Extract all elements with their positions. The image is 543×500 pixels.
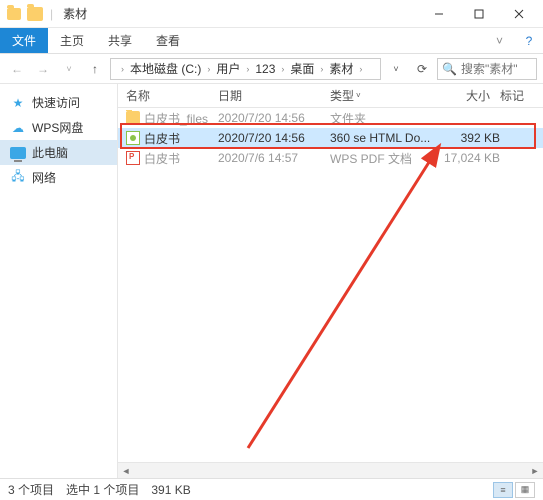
- cloud-icon: ☁: [10, 120, 26, 136]
- sidebar-item-wps[interactable]: ☁ WPS网盘: [0, 115, 117, 140]
- file-type: 文件夹: [330, 110, 440, 127]
- status-item-count: 3 个项目: [8, 481, 54, 498]
- status-bar: 3 个项目 选中 1 个项目 391 KB ≡ ▦: [0, 478, 543, 500]
- pc-icon: [10, 145, 26, 161]
- status-selected-size: 391 KB: [151, 483, 190, 497]
- file-rows: 白皮书_files 2020/7/20 14:56 文件夹 白皮书 2020/7…: [118, 108, 543, 462]
- ribbon-collapse-button[interactable]: ˅: [484, 28, 515, 53]
- file-date: 2020/7/6 14:57: [218, 151, 330, 165]
- column-headers: 名称 日期 类型 ˅ 大小 标记: [118, 84, 543, 108]
- breadcrumb-segment[interactable]: 用户: [216, 60, 240, 77]
- tab-home[interactable]: 主页: [48, 28, 96, 53]
- dropdown-button[interactable]: ˅: [385, 64, 407, 74]
- column-date[interactable]: 日期: [218, 87, 330, 104]
- star-icon: ★: [10, 95, 26, 111]
- search-input[interactable]: [461, 62, 531, 76]
- chevron-right-icon: ›: [207, 64, 210, 74]
- pdf-file-icon: [126, 151, 140, 165]
- help-button[interactable]: ?: [515, 28, 543, 53]
- close-button[interactable]: [499, 0, 539, 28]
- html-file-icon: [126, 131, 140, 145]
- column-size[interactable]: 大小: [440, 87, 500, 104]
- chevron-right-icon: ›: [281, 64, 284, 74]
- file-row[interactable]: 白皮书 2020/7/6 14:57 WPS PDF 文档 17,024 KB: [118, 148, 543, 168]
- file-name: 白皮书: [144, 130, 180, 147]
- file-name: 白皮书_files: [144, 110, 208, 127]
- status-selected-count: 选中 1 个项目: [66, 481, 139, 498]
- window-title: 素材: [63, 5, 419, 22]
- sidebar-item-network[interactable]: 🖧 网络: [0, 165, 117, 190]
- network-icon: 🖧: [10, 170, 26, 186]
- column-name[interactable]: 名称: [126, 87, 218, 104]
- file-size: 392 KB: [440, 131, 500, 145]
- horizontal-scrollbar[interactable]: ◄ ►: [118, 462, 543, 478]
- file-row[interactable]: 白皮书 2020/7/20 14:56 360 se HTML Do... 39…: [118, 128, 543, 148]
- column-type-label: 类型: [330, 87, 354, 104]
- breadcrumb-segment[interactable]: 桌面: [290, 60, 314, 77]
- column-type[interactable]: 类型 ˅: [330, 87, 440, 104]
- ribbon-tabs: 文件 主页 共享 查看 ˅ ?: [0, 28, 543, 54]
- chevron-right-icon: ›: [121, 64, 124, 74]
- back-button[interactable]: ←: [6, 58, 28, 80]
- search-icon: 🔍: [442, 62, 457, 76]
- sidebar-item-label: 网络: [32, 169, 56, 186]
- recent-button[interactable]: ˅: [58, 58, 80, 80]
- maximize-button[interactable]: [459, 0, 499, 28]
- sidebar-item-label: 快速访问: [32, 94, 80, 111]
- forward-button[interactable]: →: [32, 58, 54, 80]
- tab-share[interactable]: 共享: [96, 28, 144, 53]
- chevron-right-icon: ›: [246, 64, 249, 74]
- nav-pane: ★ 快速访问 ☁ WPS网盘 此电脑 🖧 网络: [0, 84, 118, 478]
- folder-icon: [126, 111, 140, 125]
- file-date: 2020/7/20 14:56: [218, 131, 330, 145]
- file-date: 2020/7/20 14:56: [218, 111, 330, 125]
- sidebar-item-label: WPS网盘: [32, 119, 83, 136]
- chevron-right-icon: ›: [320, 64, 323, 74]
- folder-icon: [27, 7, 43, 21]
- file-type: WPS PDF 文档: [330, 150, 440, 167]
- tab-file[interactable]: 文件: [0, 28, 48, 53]
- tab-view[interactable]: 查看: [144, 28, 192, 53]
- address-bar-row: ← → ˅ ↑ › 本地磁盘 (C:) › 用户 › 123 › 桌面 › 素材…: [0, 54, 543, 84]
- file-list-pane: 名称 日期 类型 ˅ 大小 标记 白皮书_files 2020/7/20 14:…: [118, 84, 543, 478]
- view-details-button[interactable]: ≡: [493, 482, 513, 498]
- address-bar[interactable]: › 本地磁盘 (C:) › 用户 › 123 › 桌面 › 素材 ›: [110, 58, 381, 80]
- up-button[interactable]: ↑: [84, 58, 106, 80]
- app-icon: [7, 8, 21, 20]
- sidebar-item-quick[interactable]: ★ 快速访问: [0, 90, 117, 115]
- title-bar: | 素材: [0, 0, 543, 28]
- search-box[interactable]: 🔍: [437, 58, 537, 80]
- file-name: 白皮书: [144, 150, 180, 167]
- refresh-button[interactable]: ⟳: [411, 62, 433, 76]
- scroll-left-icon[interactable]: ◄: [118, 463, 134, 478]
- minimize-button[interactable]: [419, 0, 459, 28]
- scroll-right-icon[interactable]: ►: [527, 463, 543, 478]
- breadcrumb-segment[interactable]: 本地磁盘 (C:): [130, 60, 201, 77]
- breadcrumb-segment[interactable]: 素材: [329, 60, 353, 77]
- file-type: 360 se HTML Do...: [330, 131, 440, 145]
- file-size: 17,024 KB: [440, 151, 500, 165]
- column-mark[interactable]: 标记: [500, 87, 540, 104]
- annotation-arrow: [238, 138, 458, 458]
- file-row[interactable]: 白皮书_files 2020/7/20 14:56 文件夹: [118, 108, 543, 128]
- chevron-right-icon: ›: [359, 64, 362, 74]
- view-icons-button[interactable]: ▦: [515, 482, 535, 498]
- breadcrumb-segment[interactable]: 123: [255, 62, 275, 76]
- divider: |: [50, 7, 53, 21]
- sort-indicator-icon: ˅: [356, 91, 361, 100]
- sidebar-item-thispc[interactable]: 此电脑: [0, 140, 117, 165]
- sidebar-item-label: 此电脑: [32, 144, 68, 161]
